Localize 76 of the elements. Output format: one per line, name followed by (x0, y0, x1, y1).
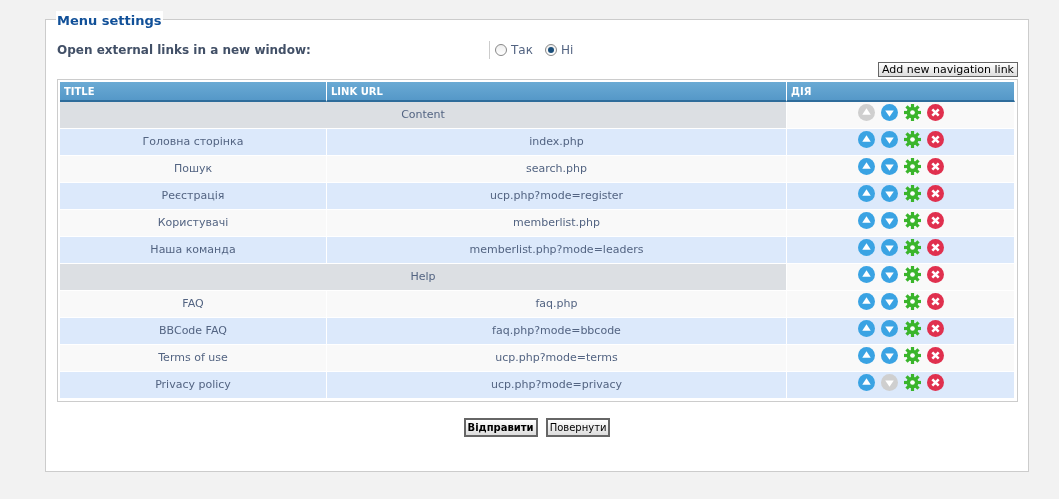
delete-icon[interactable] (926, 373, 944, 391)
move-down-icon[interactable] (880, 346, 898, 364)
url-cell: memberlist.php?mode=leaders (327, 237, 787, 264)
move-down-icon[interactable] (880, 265, 898, 283)
move-down-icon[interactable] (880, 184, 898, 202)
move-down-icon[interactable] (880, 211, 898, 229)
delete-icon[interactable] (926, 157, 944, 175)
settings-icon[interactable] (903, 319, 921, 337)
add-link-button[interactable]: Add new navigation link (877, 62, 1018, 77)
move-up-icon[interactable] (857, 346, 875, 364)
move-down-icon[interactable] (880, 319, 898, 337)
title-cell: Наша команда (60, 237, 327, 264)
settings-icon[interactable] (903, 265, 921, 283)
delete-icon[interactable] (926, 184, 944, 202)
move-up-icon[interactable] (857, 157, 875, 175)
settings-icon[interactable] (903, 346, 921, 364)
settings-icon[interactable] (903, 292, 921, 310)
url-cell: memberlist.php (327, 210, 787, 237)
settings-icon[interactable] (903, 103, 921, 121)
radio-label: Ні (560, 42, 574, 59)
move-down-icon[interactable] (880, 157, 898, 175)
move-down-icon[interactable] (880, 238, 898, 256)
settings-icon[interactable] (903, 157, 921, 175)
move-up-icon[interactable] (857, 130, 875, 148)
move-down-icon[interactable] (880, 103, 898, 121)
option-label: Open external links in a new window: (57, 42, 312, 59)
delete-icon[interactable] (926, 211, 944, 229)
url-cell: ucp.php?mode=terms (327, 345, 787, 372)
submit-button[interactable]: Відправити (463, 418, 538, 437)
title-cell: Пошук (60, 156, 327, 183)
move-down-icon[interactable] (880, 292, 898, 310)
title-cell: BBCode FAQ (60, 318, 327, 345)
move-down-icon[interactable] (880, 130, 898, 148)
move-up-icon[interactable] (857, 103, 875, 121)
column-header: TITLE (60, 82, 327, 102)
reset-button[interactable]: Повернути (545, 418, 611, 437)
url-cell: index.php (327, 129, 787, 156)
settings-icon[interactable] (903, 373, 921, 391)
title-cell: FAQ (60, 291, 327, 318)
delete-icon[interactable] (926, 265, 944, 283)
category-title: Help (60, 264, 787, 291)
delete-icon[interactable] (926, 238, 944, 256)
title-cell: Privacy policy (60, 372, 327, 399)
delete-icon[interactable] (926, 130, 944, 148)
url-cell: faq.php?mode=bbcode (327, 318, 787, 345)
settings-icon[interactable] (903, 184, 921, 202)
url-cell: search.php (327, 156, 787, 183)
move-up-icon[interactable] (857, 211, 875, 229)
delete-icon[interactable] (926, 346, 944, 364)
delete-icon[interactable] (926, 292, 944, 310)
move-up-icon[interactable] (857, 292, 875, 310)
delete-icon[interactable] (926, 103, 944, 121)
url-cell: ucp.php?mode=register (327, 183, 787, 210)
move-up-icon[interactable] (857, 373, 875, 391)
title-cell: Terms of use (60, 345, 327, 372)
radio-button[interactable] (495, 44, 507, 56)
delete-icon[interactable] (926, 319, 944, 337)
move-up-icon[interactable] (857, 184, 875, 202)
title-cell: Користувачі (60, 210, 327, 237)
title-cell: Реєстрація (60, 183, 327, 210)
move-up-icon[interactable] (857, 265, 875, 283)
move-down-icon[interactable] (880, 373, 898, 391)
column-header: ДІЯ (787, 82, 1015, 102)
radio-label: Так (511, 42, 533, 59)
radio-button[interactable] (544, 44, 557, 56)
panel-legend: Menu settings (56, 11, 163, 31)
settings-icon[interactable] (903, 130, 921, 148)
settings-icon[interactable] (903, 211, 921, 229)
move-up-icon[interactable] (857, 319, 875, 337)
category-title: Content (60, 102, 787, 129)
url-cell: faq.php (327, 291, 787, 318)
title-cell: Головна сторінка (60, 129, 327, 156)
column-header: LINK URL (327, 82, 787, 102)
url-cell: ucp.php?mode=privacy (327, 372, 787, 399)
settings-icon[interactable] (903, 238, 921, 256)
move-up-icon[interactable] (857, 238, 875, 256)
